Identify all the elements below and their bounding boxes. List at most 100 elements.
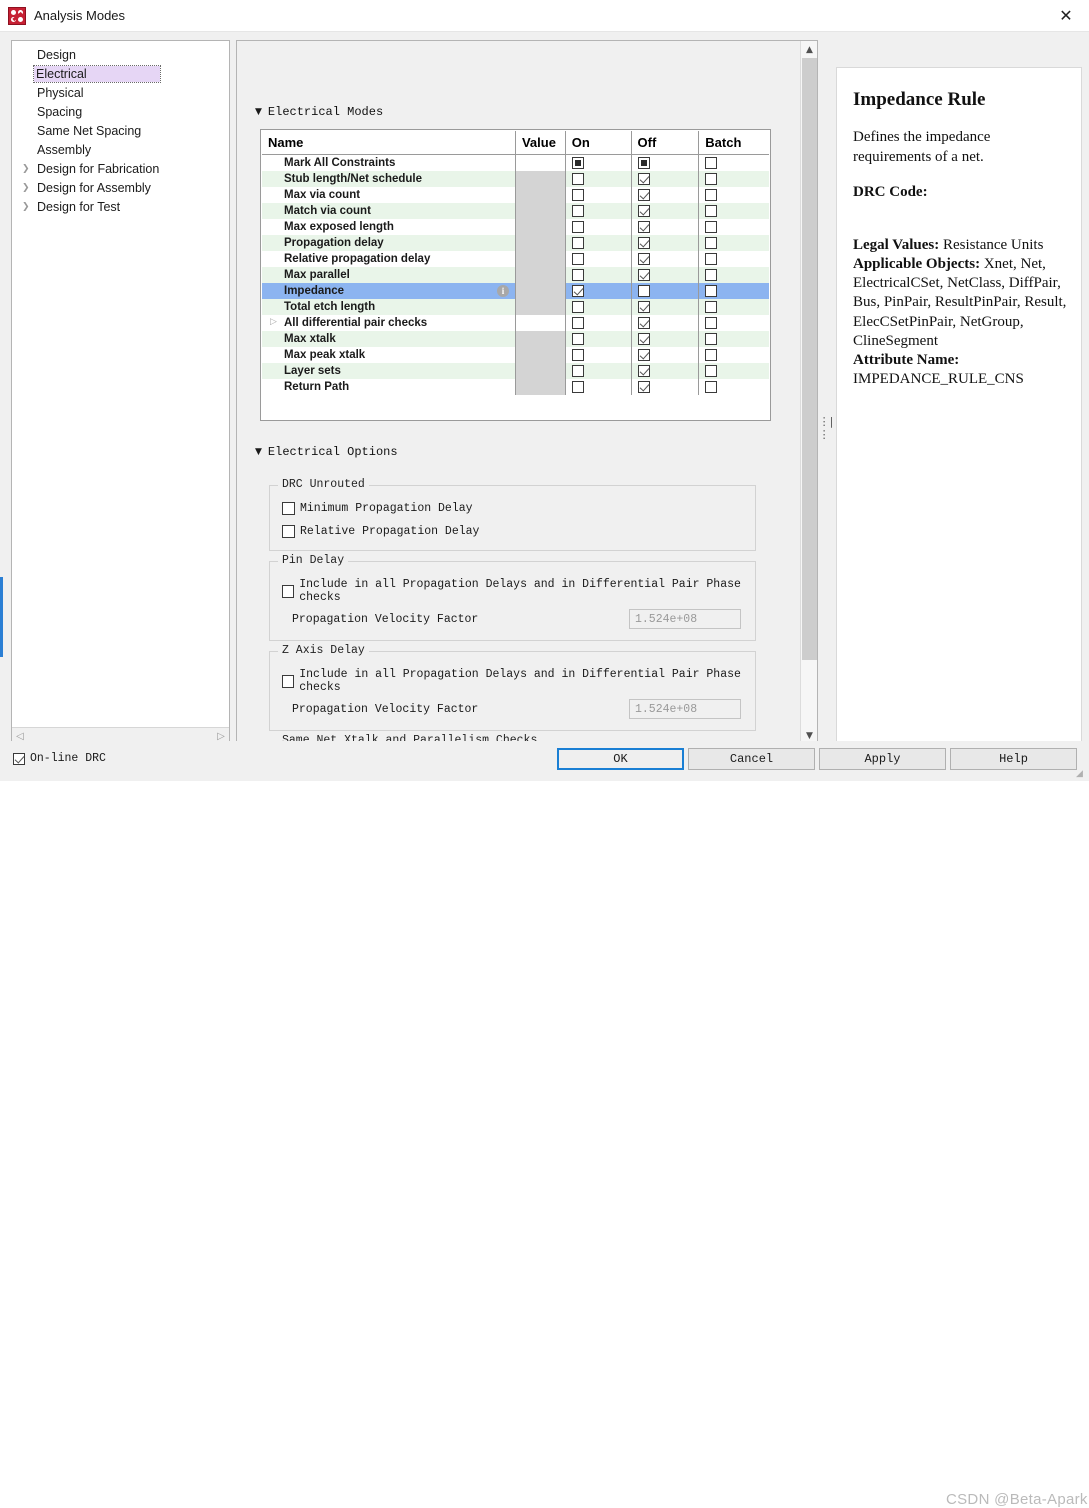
constraint-name-cell[interactable]: Max via count	[262, 187, 516, 203]
constraint-off-cell[interactable]	[632, 251, 700, 267]
batch-checkbox[interactable]	[705, 221, 717, 233]
batch-checkbox[interactable]	[705, 301, 717, 313]
chevron-right-icon[interactable]: ▷	[270, 317, 277, 327]
constraint-name-cell[interactable]: Total etch length	[262, 299, 516, 315]
constraint-off-cell[interactable]	[632, 203, 700, 219]
constraint-batch-cell[interactable]	[699, 299, 769, 315]
batch-checkbox[interactable]	[705, 205, 717, 217]
constraint-value-cell[interactable]	[516, 267, 566, 283]
on-checkbox[interactable]	[572, 253, 584, 265]
constraint-off-cell[interactable]	[632, 283, 700, 299]
constraint-batch-cell[interactable]	[699, 267, 769, 283]
table-row[interactable]: Max exposed length	[262, 219, 769, 235]
constraint-on-cell[interactable]	[566, 171, 632, 187]
tree-item-spacing[interactable]: ❯Spacing	[12, 102, 229, 121]
constraint-value-cell[interactable]	[516, 283, 566, 299]
constraint-batch-cell[interactable]	[699, 235, 769, 251]
off-checkbox[interactable]	[638, 333, 650, 345]
close-icon[interactable]: ✕	[1043, 0, 1089, 31]
constraint-value-cell[interactable]	[516, 363, 566, 379]
constraint-on-cell[interactable]	[566, 219, 632, 235]
table-row[interactable]: Max parallel	[262, 267, 769, 283]
constraint-name-cell[interactable]: Mark All Constraints	[262, 155, 516, 171]
batch-checkbox[interactable]	[705, 317, 717, 329]
tree-item-electrical[interactable]: ❯Electrical	[12, 64, 229, 83]
constraint-value-cell[interactable]	[516, 251, 566, 267]
resize-grip-icon[interactable]: ◢	[1076, 768, 1086, 778]
table-row[interactable]: Match via count	[262, 203, 769, 219]
off-checkbox[interactable]	[638, 205, 650, 217]
on-checkbox[interactable]	[572, 349, 584, 361]
tree-item-design[interactable]: ❯Design	[12, 45, 229, 64]
constraint-batch-cell[interactable]	[699, 155, 769, 171]
constraint-off-cell[interactable]	[632, 299, 700, 315]
batch-checkbox[interactable]	[705, 365, 717, 377]
constraint-batch-cell[interactable]	[699, 203, 769, 219]
batch-checkbox[interactable]	[705, 349, 717, 361]
constraint-name-cell[interactable]: Match via count	[262, 203, 516, 219]
constraint-batch-cell[interactable]	[699, 331, 769, 347]
column-header-value[interactable]: Value	[516, 131, 566, 154]
column-header-off[interactable]: Off	[632, 131, 700, 154]
off-checkbox[interactable]	[638, 285, 650, 297]
constraint-on-cell[interactable]	[566, 251, 632, 267]
constraint-name-cell[interactable]: Impedancei	[262, 283, 516, 299]
constraint-batch-cell[interactable]	[699, 187, 769, 203]
z-axis-include-checkbox[interactable]	[282, 675, 294, 688]
constraint-value-cell[interactable]	[516, 299, 566, 315]
off-checkbox[interactable]	[638, 381, 650, 393]
table-row[interactable]: Layer sets	[262, 363, 769, 379]
constraint-off-cell[interactable]	[632, 187, 700, 203]
tree-item-assembly[interactable]: ❯Assembly	[12, 140, 229, 159]
scrollbar-thumb[interactable]	[802, 58, 817, 660]
pin-delay-include-checkbox[interactable]	[282, 585, 294, 598]
batch-checkbox[interactable]	[705, 253, 717, 265]
on-checkbox[interactable]	[572, 205, 584, 217]
constraint-on-cell[interactable]	[566, 379, 632, 395]
off-checkbox[interactable]	[638, 349, 650, 361]
chevron-right-icon[interactable]: ❯	[22, 202, 36, 212]
constraint-batch-cell[interactable]	[699, 283, 769, 299]
tree-item-design-for-fabrication[interactable]: ❯Design for Fabrication	[12, 159, 229, 178]
constraint-name-cell[interactable]: Relative propagation delay	[262, 251, 516, 267]
table-row[interactable]: Max peak xtalk	[262, 347, 769, 363]
constraint-off-cell[interactable]	[632, 363, 700, 379]
constraint-on-cell[interactable]	[566, 299, 632, 315]
off-checkbox[interactable]	[638, 269, 650, 281]
tree-item-same-net-spacing[interactable]: ❯Same Net Spacing	[12, 121, 229, 140]
on-checkbox[interactable]	[572, 237, 584, 249]
table-row[interactable]: Mark All Constraints	[262, 155, 769, 171]
z-axis-include-row[interactable]: Include in all Propagation Delays and in…	[282, 668, 755, 694]
constraint-name-cell[interactable]: ▷All differential pair checks	[262, 315, 516, 331]
chevron-right-icon[interactable]: ❯	[22, 183, 36, 193]
table-row[interactable]: Impedancei	[262, 283, 769, 299]
constraint-value-cell[interactable]	[516, 171, 566, 187]
constraint-batch-cell[interactable]	[699, 219, 769, 235]
on-checkbox[interactable]	[572, 365, 584, 377]
constraint-name-cell[interactable]: Max parallel	[262, 267, 516, 283]
chevron-up-icon[interactable]: ▲	[801, 41, 818, 58]
off-checkbox[interactable]	[638, 253, 650, 265]
constraint-value-cell[interactable]	[516, 219, 566, 235]
batch-checkbox[interactable]	[705, 381, 717, 393]
table-row[interactable]: Relative propagation delay	[262, 251, 769, 267]
off-checkbox[interactable]	[638, 237, 650, 249]
on-checkbox[interactable]	[572, 333, 584, 345]
constraint-off-cell[interactable]	[632, 331, 700, 347]
table-row[interactable]: Stub length/Net schedule	[262, 171, 769, 187]
help-button[interactable]: Help	[950, 748, 1077, 770]
constraint-value-cell[interactable]	[516, 331, 566, 347]
constraint-batch-cell[interactable]	[699, 171, 769, 187]
constraint-on-cell[interactable]	[566, 187, 632, 203]
off-checkbox[interactable]	[638, 189, 650, 201]
on-checkbox[interactable]	[572, 173, 584, 185]
table-row[interactable]: Propagation delay	[262, 235, 769, 251]
constraint-off-cell[interactable]	[632, 171, 700, 187]
off-checkbox[interactable]	[638, 221, 650, 233]
constraint-batch-cell[interactable]	[699, 251, 769, 267]
constraint-name-cell[interactable]: Layer sets	[262, 363, 516, 379]
constraint-batch-cell[interactable]	[699, 347, 769, 363]
constraint-on-cell[interactable]	[566, 283, 632, 299]
constraint-value-cell[interactable]	[516, 203, 566, 219]
batch-checkbox[interactable]	[705, 269, 717, 281]
